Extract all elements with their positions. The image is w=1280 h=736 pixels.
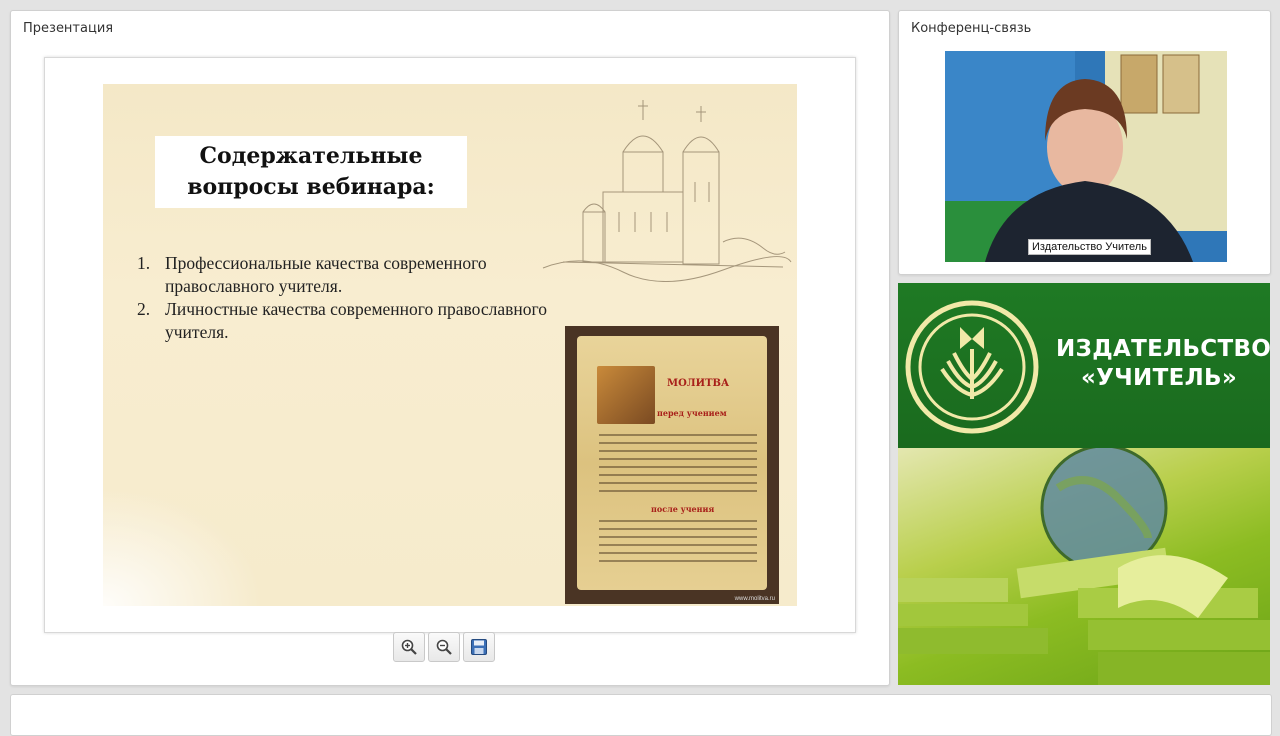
slide-point: 2. Личностные качества современного прав…: [137, 298, 595, 344]
slide-viewer[interactable]: Содержательные вопросы вебинара: 1. Проф…: [44, 57, 856, 633]
slide: Содержательные вопросы вебинара: 1. Проф…: [103, 84, 797, 606]
publisher-banner: ИЗДАТЕЛЬСТВО «УЧИТЕЛЬ»: [898, 283, 1270, 685]
point-number: 2.: [137, 299, 151, 319]
participant-name-tag: Издательство Учитель: [1028, 239, 1151, 255]
point-number: 1.: [137, 253, 151, 273]
conference-panel-title: Конференц-связь: [911, 21, 1032, 36]
slide-glow: [103, 486, 263, 606]
presentation-panel-title: Презентация: [23, 21, 114, 36]
globe-and-books-image: [898, 444, 1270, 685]
zoom-in-icon: [401, 639, 417, 655]
bottom-panel: [10, 694, 1272, 736]
publisher-logo-icon: [905, 300, 1039, 434]
video-stream[interactable]: Издательство Учитель: [945, 51, 1227, 262]
prayer-before-heading: перед учением: [657, 408, 727, 418]
save-button[interactable]: [463, 632, 495, 662]
save-icon: [471, 639, 487, 655]
publisher-name: ИЗДАТЕЛЬСТВО «УЧИТЕЛЬ»: [1056, 336, 1270, 391]
slide-title-box: Содержательные вопросы вебинара:: [155, 136, 467, 208]
zoom-out-icon: [436, 639, 452, 655]
presentation-panel: Презентация Содержательные вопросы вебин…: [10, 10, 890, 686]
prayer-text-lines: [599, 434, 757, 498]
prayer-heading: МОЛИТВА: [667, 378, 730, 389]
presentation-toolbar: [393, 632, 495, 662]
point-text: Личностные качества современного правосл…: [165, 299, 548, 342]
video-frame: [945, 51, 1227, 262]
prayer-text-lines: [599, 520, 757, 568]
point-text: Профессиональные качества современного п…: [165, 253, 487, 296]
slide-title: Содержательные вопросы вебинара:: [187, 143, 435, 200]
banner-logo-area: ИЗДАТЕЛЬСТВО «УЧИТЕЛЬ»: [898, 283, 1270, 448]
zoom-out-button[interactable]: [428, 632, 460, 662]
prayer-after-heading: после учения: [651, 504, 715, 514]
slide-point: 1. Профессиональные качества современног…: [137, 252, 595, 298]
zoom-in-button[interactable]: [393, 632, 425, 662]
trinity-icon-image: [597, 366, 655, 424]
scroll-paper: МОЛИТВА перед учением после учения: [577, 336, 767, 590]
slide-points-list: 1. Профессиональные качества современног…: [137, 252, 595, 344]
prayer-scroll-image: МОЛИТВА перед учением после учения www.m…: [565, 326, 779, 604]
conference-panel: Конференц-связь Издательство Учитель: [898, 10, 1271, 275]
banner-image-area: [898, 444, 1270, 685]
prayer-source: www.molitva.ru: [734, 596, 775, 602]
